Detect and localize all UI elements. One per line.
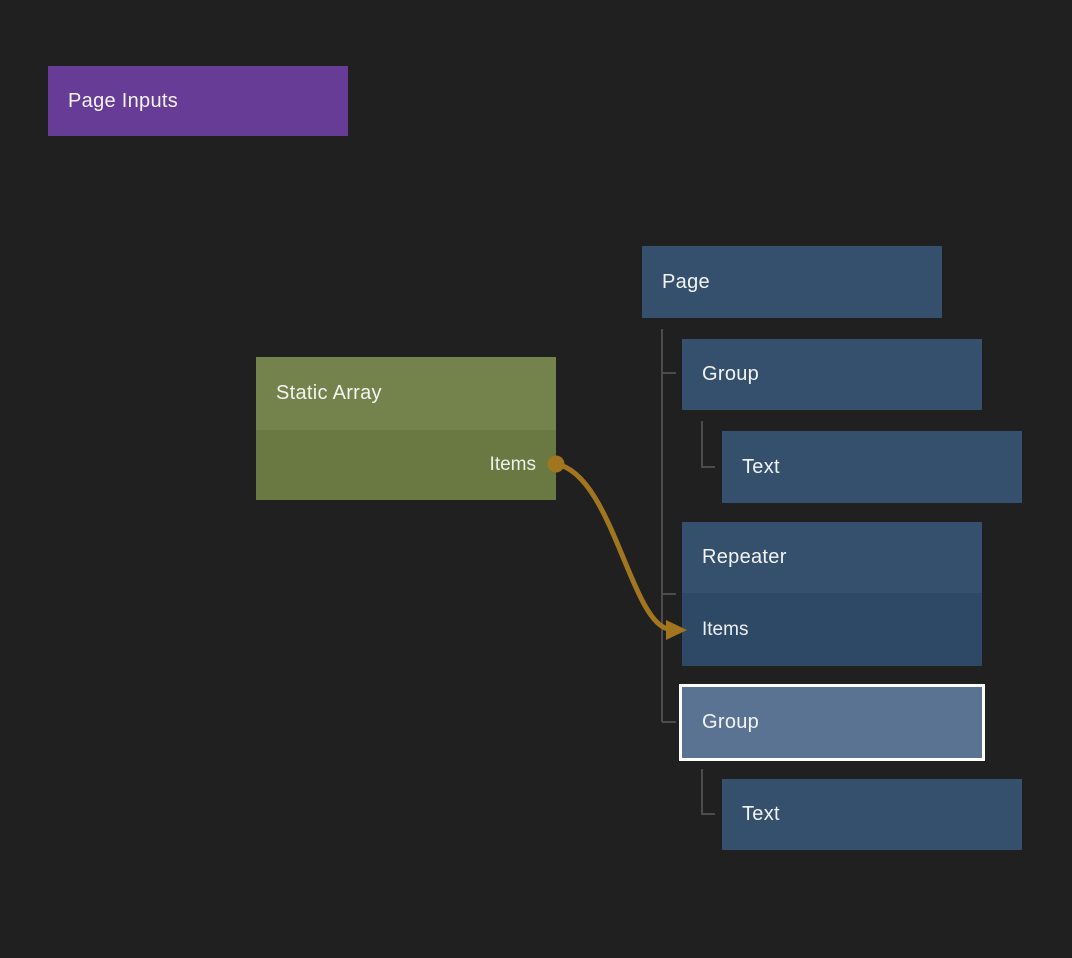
node-title: Text xyxy=(742,456,780,479)
node-title: Group xyxy=(702,711,759,734)
node-text-1[interactable]: Text xyxy=(722,431,1022,503)
node-header: Repeater xyxy=(682,522,982,593)
node-graph-canvas[interactable]: Page Inputs Static Array Items Page Grou… xyxy=(0,0,1072,958)
node-title: Page xyxy=(662,271,710,294)
node-title: Page Inputs xyxy=(68,90,178,113)
port-label: Items xyxy=(490,454,536,476)
node-group-1[interactable]: Group xyxy=(682,339,982,410)
node-title: Text xyxy=(742,803,780,826)
node-title: Static Array xyxy=(276,382,382,405)
node-header: Static Array xyxy=(256,357,556,430)
node-repeater[interactable]: Repeater Items xyxy=(682,522,982,666)
node-group-2-selected[interactable]: Group xyxy=(679,684,985,761)
node-title: Group xyxy=(702,363,759,386)
node-page-inputs[interactable]: Page Inputs xyxy=(48,66,348,136)
node-text-2[interactable]: Text xyxy=(722,779,1022,850)
node-page[interactable]: Page xyxy=(642,246,942,318)
node-static-array[interactable]: Static Array Items xyxy=(256,357,556,500)
connection-wire[interactable] xyxy=(556,464,668,629)
input-port-items[interactable]: Items xyxy=(682,593,982,666)
port-label: Items xyxy=(702,619,748,641)
output-port-items[interactable]: Items xyxy=(256,430,556,500)
node-title: Repeater xyxy=(702,546,787,569)
